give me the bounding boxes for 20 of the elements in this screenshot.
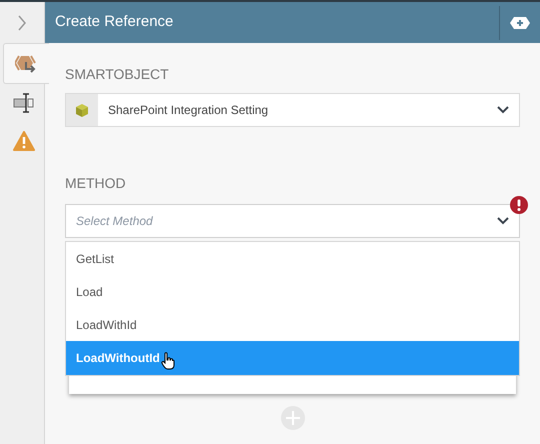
warning-icon (12, 131, 34, 151)
section-label: METHOD (65, 174, 127, 193)
hexagon-arrow-icon (14, 54, 38, 74)
plus-icon (286, 411, 300, 425)
select-value: SharePoint Integration Setting (108, 102, 270, 119)
smartobject-select[interactable]: SharePoint Integration Setting (65, 93, 520, 127)
dropdown-option[interactable]: Load (66, 275, 519, 308)
add-tag-icon[interactable] (509, 16, 531, 30)
dropdown-option[interactable]: GetList (66, 242, 519, 275)
cube-icon (75, 102, 89, 118)
chevron-down-icon (497, 217, 509, 225)
expand-chevron-icon[interactable] (17, 14, 27, 30)
placeholder-text: Select Method (76, 213, 154, 230)
panel-title: Create Reference (54, 12, 174, 32)
section-label: SMARTOBJECT (65, 65, 170, 84)
dropdown-option[interactable]: LoadWithId (66, 308, 519, 341)
side-tab[interactable] (3, 43, 49, 84)
hand-cursor-icon (160, 352, 175, 370)
chevron-down-icon (497, 106, 509, 114)
text-field-icon (12, 93, 34, 113)
